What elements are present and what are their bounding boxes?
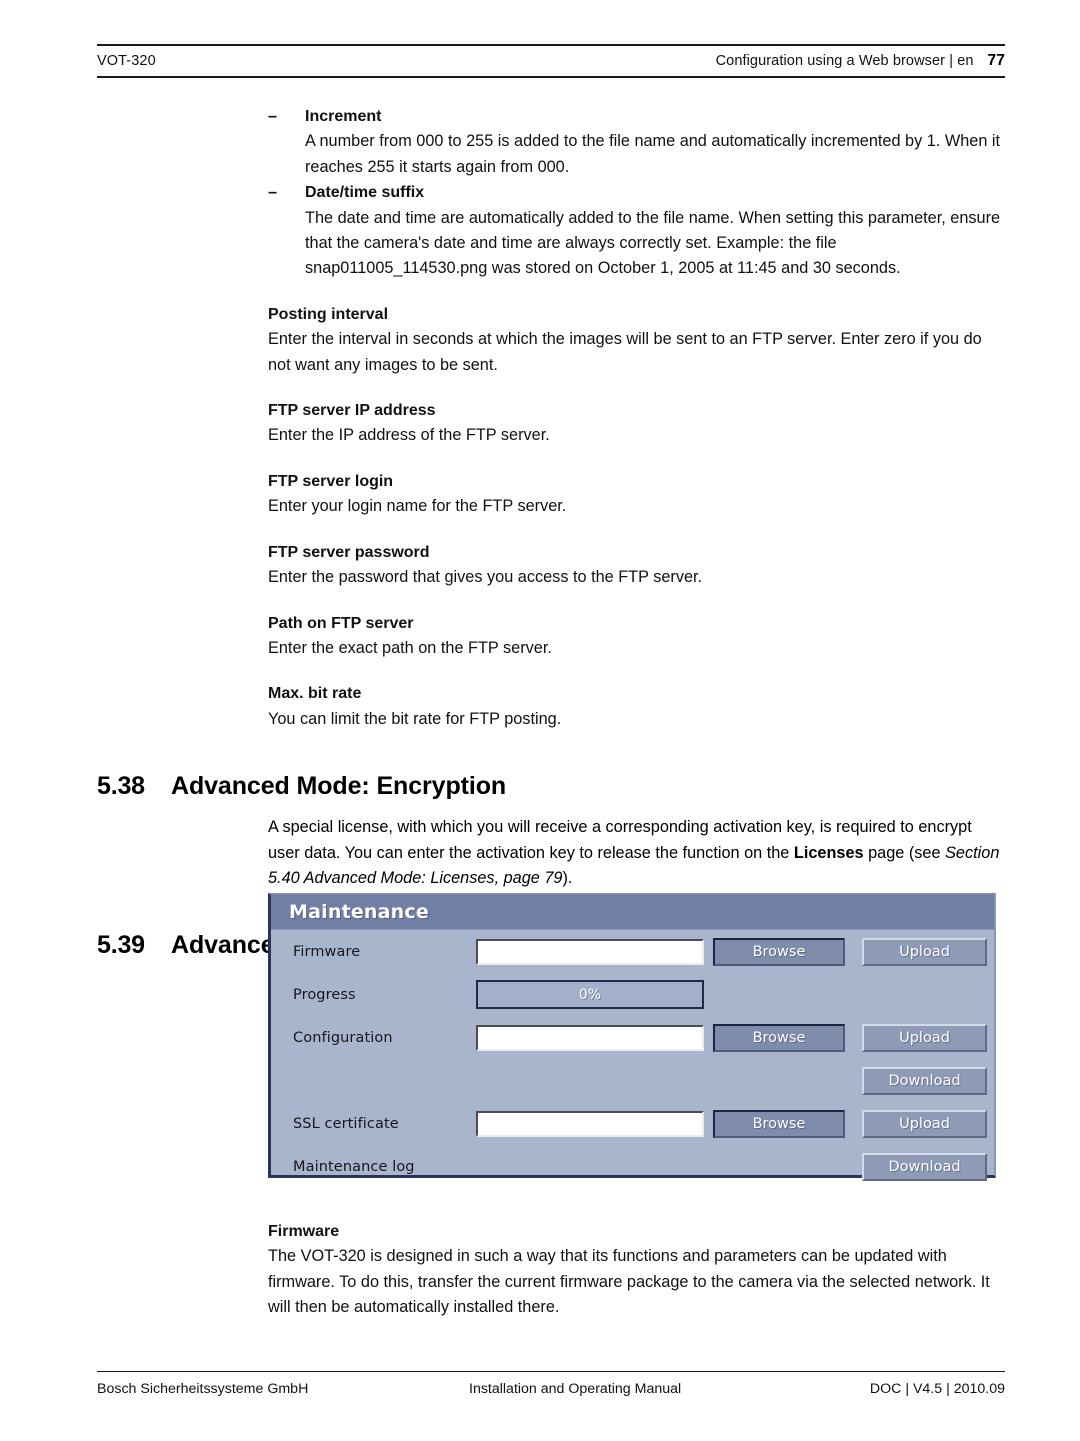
document-page: VOT-320 Configuration using a Web browse… <box>0 0 1080 1441</box>
configuration-field-slot <box>476 1024 704 1051</box>
page-footer: Bosch Sicherheitssysteme GmbH Installati… <box>97 1371 1005 1397</box>
configuration-download-button[interactable]: Download <box>862 1066 987 1095</box>
list-item-desc: The date and time are automatically adde… <box>305 208 1001 278</box>
definition-desc: Enter the password that gives you access… <box>268 568 703 587</box>
definition-term: FTP server login <box>268 472 394 490</box>
definition-term: FTP server password <box>268 543 430 561</box>
section-number: 5.38 <box>97 772 145 801</box>
list-item: – Increment A number from 000 to 255 is … <box>268 104 1005 180</box>
row-progress: Progress 0% <box>271 973 994 1016</box>
section-heading-encryption: 5.38 Advanced Mode: Encryption <box>0 772 1080 801</box>
footer-company: Bosch Sicherheitssysteme GmbH <box>97 1381 309 1397</box>
page-number: 77 <box>987 52 1005 69</box>
definition-desc: Enter the exact path on the FTP server. <box>268 638 552 657</box>
firmware-upload-button[interactable]: Upload <box>862 937 987 966</box>
configuration-browse-button[interactable]: Browse <box>713 1023 845 1052</box>
firmware-desc: The VOT-320 is designed in such a way th… <box>268 1247 990 1317</box>
header-doc-model: VOT-320 <box>97 53 156 69</box>
ssl-certificate-file-input[interactable] <box>476 1110 704 1137</box>
configuration-upload-slot: Upload <box>862 1023 987 1052</box>
section-title: Advanced Mode: Encryption <box>171 772 507 801</box>
header-right-group: Configuration using a Web browser | en 7… <box>716 52 1005 70</box>
configuration-upload-button[interactable]: Upload <box>862 1023 987 1052</box>
firmware-upload-slot: Upload <box>862 937 987 966</box>
maintenance-rows: Firmware Browse Upload Progress 0% Confi… <box>271 930 994 1188</box>
definition-desc: Enter the interval in seconds at which t… <box>268 330 982 374</box>
label-progress: Progress <box>293 986 356 1003</box>
definition-term: Path on FTP server <box>268 614 414 632</box>
configuration-download-slot: Download <box>862 1066 987 1095</box>
firmware-field-slot <box>476 938 704 965</box>
label-ssl-certificate: SSL certificate <box>293 1115 399 1132</box>
definition-list: Posting interval Enter the interval in s… <box>268 302 1005 732</box>
definition-block: FTP server login Enter your login name f… <box>268 469 1005 520</box>
definition-block: FTP server IP address Enter the IP addre… <box>268 398 1005 449</box>
dash-bullet-icon: – <box>268 107 278 125</box>
dash-bullet-icon: – <box>268 183 278 202</box>
ssl-upload-slot: Upload <box>862 1109 987 1138</box>
definition-block: Max. bit rate You can limit the bit rate… <box>268 681 1005 732</box>
definition-desc: Enter the IP address of the FTP server. <box>268 426 550 445</box>
row-configuration-download: Download <box>271 1059 994 1102</box>
ssl-browse-slot: Browse <box>713 1109 845 1138</box>
firmware-browse-button[interactable]: Browse <box>713 937 845 966</box>
definition-desc: Enter your login name for the FTP server… <box>268 497 567 516</box>
label-maintenance-log: Maintenance log <box>293 1158 415 1175</box>
list-item-term: Increment <box>305 108 382 125</box>
row-ssl-certificate: SSL certificate Browse Upload <box>271 1102 994 1145</box>
section-number: 5.39 <box>97 931 145 960</box>
definition-block: Path on FTP server Enter the exact path … <box>268 611 1005 662</box>
list-item: – Date/time suffix The date and time are… <box>268 180 1005 282</box>
footer-doc-version: DOC | V4.5 | 2010.09 <box>869 1381 1005 1397</box>
configuration-file-input[interactable] <box>476 1024 704 1051</box>
row-maintenance-log: Maintenance log Download <box>271 1145 994 1188</box>
para-text-3: ). <box>562 868 573 887</box>
progress-slot: 0% <box>476 980 704 1009</box>
firmware-definition-block: Firmware The VOT-320 is designed in such… <box>268 1219 1005 1321</box>
row-configuration: Configuration Browse Upload <box>271 1016 994 1059</box>
label-configuration: Configuration <box>293 1029 393 1046</box>
maintenance-log-download-button[interactable]: Download <box>862 1152 987 1181</box>
firmware-browse-slot: Browse <box>713 937 845 966</box>
breadcrumb: Configuration using a Web browser | en <box>715 53 974 69</box>
section-paragraph-encryption: A special license, with which you will r… <box>268 815 1005 891</box>
page-header: VOT-320 Configuration using a Web browse… <box>97 44 1005 78</box>
progress-bar: 0% <box>476 980 704 1009</box>
page-content: – Increment A number from 000 to 255 is … <box>0 104 1080 960</box>
bullet-list: – Increment A number from 000 to 255 is … <box>268 104 1005 282</box>
footer-manual-title: Installation and Operating Manual <box>469 1381 682 1397</box>
ssl-browse-button[interactable]: Browse <box>713 1109 845 1138</box>
label-firmware: Firmware <box>293 943 361 960</box>
configuration-browse-slot: Browse <box>713 1023 845 1052</box>
definition-term: Max. bit rate <box>268 685 362 703</box>
firmware-file-input[interactable] <box>476 938 704 965</box>
definition-block: FTP server password Enter the password t… <box>268 540 1005 591</box>
row-firmware: Firmware Browse Upload <box>271 930 994 973</box>
list-item-term: Date/time suffix <box>305 184 425 202</box>
ssl-field-slot <box>476 1110 704 1137</box>
definition-term: FTP server IP address <box>268 402 436 420</box>
maintenance-log-download-slot: Download <box>862 1152 987 1181</box>
para-bold-licenses: Licenses <box>793 843 864 862</box>
definition-term: Posting interval <box>268 305 389 323</box>
maintenance-panel-title: Maintenance <box>289 901 429 923</box>
definition-desc: You can limit the bit rate for FTP posti… <box>268 709 562 728</box>
progress-percent-text: 0% <box>578 986 602 1003</box>
firmware-term: Firmware <box>268 1223 340 1240</box>
ssl-upload-button[interactable]: Upload <box>862 1109 987 1138</box>
list-item-desc: A number from 000 to 255 is added to the… <box>305 132 1001 176</box>
maintenance-screenshot: Maintenance Firmware Browse Upload Progr… <box>268 893 996 1181</box>
para-text-2: page (see <box>863 843 946 862</box>
maintenance-panel-titlebar: Maintenance <box>271 895 994 930</box>
definition-block: Posting interval Enter the interval in s… <box>268 302 1005 378</box>
